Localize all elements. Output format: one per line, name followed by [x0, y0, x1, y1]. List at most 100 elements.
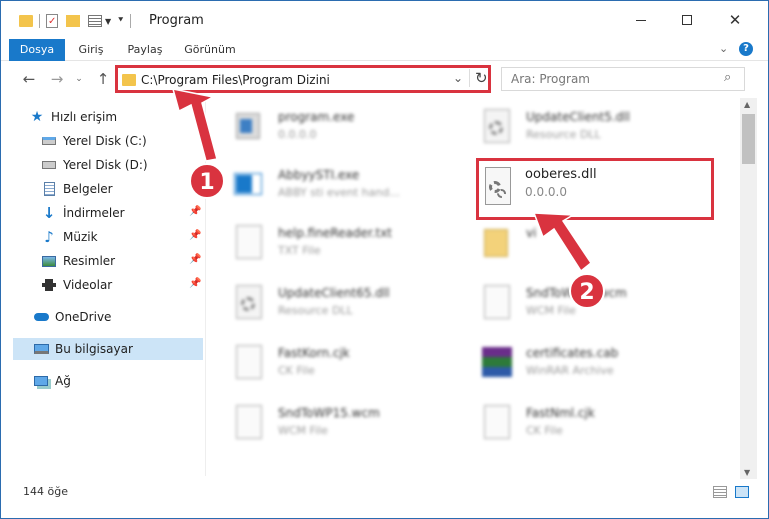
sidebar-item-label: Bu bilgisayar: [55, 342, 133, 356]
file-item[interactable]: SndToWP15.wcm WCM File: [216, 396, 456, 450]
file-name: help.fineReader.txt: [278, 226, 392, 240]
forward-button[interactable]: →: [47, 70, 67, 90]
step-badge-1: 1: [189, 163, 225, 199]
tab-file[interactable]: Dosya: [9, 39, 65, 61]
pin-icon[interactable]: 📌: [189, 206, 201, 218]
dll-file-icon: [232, 283, 264, 321]
file-type: WCM File: [278, 424, 328, 437]
sidebar-item-drive-c[interactable]: Yerel Disk (C:): [41, 130, 242, 152]
music-icon: ♪: [44, 228, 54, 246]
file-item[interactable]: FastKorn.cjk CK File: [216, 336, 456, 390]
arrow-left-icon: ←: [22, 70, 36, 88]
file-name: SndToWP15.wcm: [278, 406, 380, 420]
file-type: Resource DLL: [278, 304, 353, 317]
pictures-icon: [41, 253, 57, 269]
maximize-button[interactable]: [665, 5, 709, 35]
pin-icon[interactable]: 📌: [189, 230, 201, 242]
file-type: 0.0.0.0: [278, 128, 317, 141]
quick-access-toolbar: ✓ ▼ ⯆: [19, 11, 137, 31]
file-name: UpdateClient65.dll: [278, 286, 390, 300]
documents-icon: [41, 181, 57, 197]
help-icon[interactable]: ?: [739, 42, 753, 56]
up-button[interactable]: ↑: [93, 70, 113, 90]
back-button[interactable]: ←: [19, 70, 39, 90]
tab-share[interactable]: Paylaş: [119, 39, 171, 61]
file-item[interactable]: AbbyySTI.exe ABBY sti event hand...: [216, 158, 456, 212]
ribbon-expand-icon[interactable]: ⌄: [719, 42, 728, 55]
pin-icon[interactable]: 📌: [189, 278, 201, 290]
tab-view[interactable]: Görünüm: [177, 39, 243, 61]
cloud-icon: [33, 309, 49, 325]
recent-locations-button[interactable]: ⌄: [69, 74, 89, 94]
maximize-icon: [682, 15, 692, 25]
scroll-down-icon[interactable]: ▼: [744, 468, 750, 477]
file-name: FastNml.cjk: [526, 406, 595, 420]
file-item[interactable]: FastNml.cjk CK File: [464, 396, 704, 450]
file-type: TXT File: [278, 244, 321, 257]
chevron-down-icon[interactable]: ▼: [105, 17, 111, 26]
sidebar-item-label: Müzik: [63, 230, 98, 244]
archive-file-icon: [480, 343, 512, 381]
file-item[interactable]: UpdateClient5.dll Resource DLL: [464, 100, 704, 154]
search-field[interactable]: Ara: Program ⌕: [501, 67, 745, 91]
minimize-button[interactable]: [619, 5, 663, 35]
sidebar-item-label: Belgeler: [63, 182, 113, 196]
arrow-up-icon: ↑: [96, 70, 110, 88]
properties-icon[interactable]: ✓: [46, 14, 58, 28]
scroll-up-icon[interactable]: ▲: [744, 100, 750, 109]
file-highlight: [476, 158, 714, 220]
file-name: vi: [526, 226, 537, 240]
status-bar: 144 öğe: [1, 479, 768, 505]
file-item[interactable]: vi: [464, 216, 704, 270]
view-options-icon[interactable]: [88, 15, 102, 27]
folder-icon: [19, 15, 33, 27]
file-type: WCM File: [526, 304, 576, 317]
file-item[interactable]: UpdateClient65.dll Resource DLL: [216, 276, 456, 330]
sidebar-item-quick-access[interactable]: ★ Hızlı erişim: [29, 106, 230, 128]
vertical-scrollbar[interactable]: ▲ ▼: [740, 98, 757, 483]
details-view-icon[interactable]: [713, 486, 727, 498]
text-file-icon: [232, 223, 264, 261]
new-folder-icon[interactable]: [66, 15, 80, 27]
wcm-file-icon: [480, 283, 512, 321]
video-icon: [41, 277, 57, 293]
pin-icon[interactable]: 📌: [189, 254, 201, 266]
item-count: 144 öğe: [23, 485, 68, 498]
drive-icon: [41, 157, 57, 173]
sidebar-item-label: Videolar: [63, 278, 113, 292]
chevron-down-icon: ⌄: [75, 74, 83, 84]
navigation-pane: ★ Hızlı erişim Yerel Disk (C:) Yerel Dis…: [1, 98, 206, 476]
file-item[interactable]: program.exe 0.0.0.0: [216, 100, 456, 154]
tab-home[interactable]: Giriş: [67, 39, 115, 61]
sidebar-item-network[interactable]: Ağ: [33, 370, 234, 392]
file-type: CK File: [526, 424, 563, 437]
address-highlight: [115, 65, 491, 93]
sidebar-item-label: İndirmeler: [63, 206, 125, 220]
sidebar-item-this-pc[interactable]: Bu bilgisayar: [13, 338, 203, 360]
drive-icon: [41, 133, 57, 149]
customize-toolbar-icon[interactable]: ⯆: [117, 16, 124, 26]
sidebar-item-onedrive[interactable]: OneDrive: [33, 306, 234, 328]
file-type: ABBY sti event hand...: [278, 186, 400, 199]
sidebar-item-downloads[interactable]: ↓ İndirmeler 📌: [41, 202, 242, 224]
dll-file-icon: [480, 107, 512, 145]
minimize-icon: [636, 19, 646, 21]
folder-icon: [480, 223, 512, 261]
arrow-right-icon: →: [50, 70, 64, 88]
sidebar-item-music[interactable]: ♪ Müzik 📌: [41, 226, 242, 248]
large-icons-view-icon[interactable]: [735, 486, 749, 498]
file-name: FastKorn.cjk: [278, 346, 350, 360]
sidebar-item-label: Ağ: [55, 374, 71, 388]
scroll-thumb[interactable]: [742, 114, 755, 164]
cjk-file-icon: [232, 343, 264, 381]
close-button[interactable]: ✕: [713, 5, 757, 35]
window-title: Program: [149, 13, 204, 28]
file-item[interactable]: help.fineReader.txt TXT File: [216, 216, 456, 270]
sidebar-item-pictures[interactable]: Resimler 📌: [41, 250, 242, 272]
explorer-window: ✓ ▼ ⯆ Program ✕ Dosya Giriş Paylaş Görün…: [0, 0, 769, 519]
file-item[interactable]: certificates.cab WinRAR Archive: [464, 336, 704, 390]
sidebar-item-label: Yerel Disk (C:): [63, 134, 147, 148]
sidebar-item-videos[interactable]: Videolar 📌: [41, 274, 242, 296]
exe-file-icon: [232, 107, 264, 145]
wcm-file-icon: [232, 403, 264, 441]
